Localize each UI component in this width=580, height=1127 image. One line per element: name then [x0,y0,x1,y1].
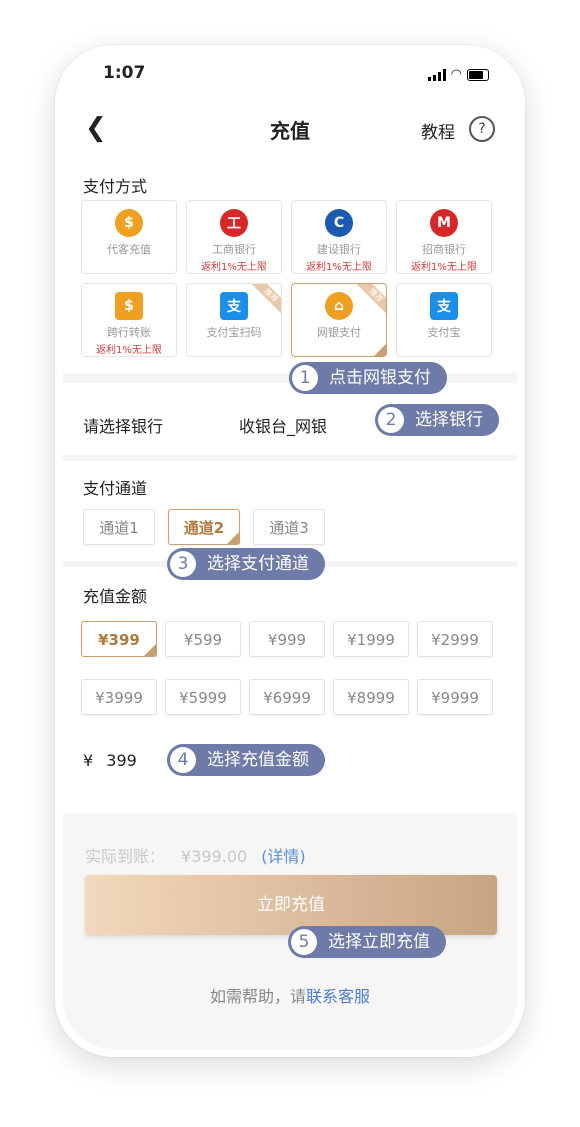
payment-method-label: 支付方式 [83,177,148,196]
amount-option-label: ¥399 [98,631,140,649]
amount-option-999[interactable]: ¥999 [249,621,325,657]
channel-label: 支付通道 [83,479,148,498]
step-number: 5 [291,929,317,955]
pay-option-transfer[interactable]: $ 跨行转账 返利1%无上限 [81,283,177,357]
channel-option-label: 通道2 [183,519,225,537]
amount-option-599[interactable]: ¥599 [165,621,241,657]
status-icons: ◠ [427,67,489,82]
help-icon[interactable]: ? [469,116,495,142]
pay-option-label: 网银支付 [317,326,361,339]
signal-icon [427,68,446,81]
alipay-icon: 支 [220,292,248,320]
screen: 1:07 ◠ ❮ 充值 教程 ? 支付方式 $ 代客充值 工 工商银行 返利1%… [63,45,517,1049]
bank-icon: ⌂ [325,292,353,320]
step-text: 选择立即充值 [328,932,430,952]
pay-option-label: 代客充值 [107,243,151,256]
amount-option-5999[interactable]: ¥5999 [165,679,241,715]
selected-corner-icon [144,644,156,656]
pay-option-note: 返利1%无上限 [201,262,267,273]
cmb-icon: M [430,209,458,237]
contact-support-link[interactable]: 联系客服 [306,987,370,1006]
actual-amount: 实际到账： ¥399.00 (详情) [85,843,306,867]
pay-option-label: 跨行转账 [107,326,151,339]
channel-option-2[interactable]: 通道2 [168,509,240,545]
divider [63,455,517,461]
pay-option-proxy[interactable]: $ 代客充值 [81,200,177,274]
status-time: 1:07 [103,63,146,83]
amount-option-6999[interactable]: ¥6999 [249,679,325,715]
amount-option-8999[interactable]: ¥8999 [333,679,409,715]
step-bubble-2: 2 选择银行 [375,404,499,436]
selected-corner-icon [374,344,386,356]
alipay-icon: 支 [430,292,458,320]
pay-option-label: 招商银行 [422,243,466,256]
currency-symbol: ¥ [83,751,94,770]
amount-option-3999[interactable]: ¥3999 [81,679,157,715]
channel-option-1[interactable]: 通道1 [83,509,155,545]
monitor-coin-icon: $ [115,292,143,320]
step-bubble-4: 4 选择充值金额 [167,744,325,776]
amount-input[interactable]: ¥ 399 [83,751,137,770]
pay-option-label: 支付宝扫码 [206,326,262,339]
step-bubble-5: 5 选择立即充值 [288,926,446,958]
step-bubble-3: 3 选择支付通道 [167,548,325,580]
pay-option-netbank[interactable]: 推荐 ⌂ 网银支付 [291,283,387,357]
recommend-badge: 推荐 [251,284,281,315]
actual-amount-value: ¥399.00 [181,847,248,866]
amount-option-1999[interactable]: ¥1999 [333,621,409,657]
pay-option-icbc[interactable]: 工 工商银行 返利1%无上限 [186,200,282,274]
amount-label: 充值金额 [83,587,148,606]
ccb-icon: C [325,209,353,237]
battery-icon [467,68,489,81]
selected-corner-icon [227,532,239,544]
pay-option-ccb[interactable]: C 建设银行 返利1%无上限 [291,200,387,274]
step-text: 选择银行 [415,410,483,430]
help-line: 如需帮助，请联系客服 [63,983,517,1007]
amount-option-2999[interactable]: ¥2999 [417,621,493,657]
pay-option-label: 工商银行 [212,243,256,256]
amount-option-9999[interactable]: ¥9999 [417,679,493,715]
wifi-icon: ◠ [450,67,462,82]
coin-hand-icon: $ [115,209,143,237]
nav-bar: ❮ 充值 教程 ? [63,107,517,151]
recommend-badge: 推荐 [356,284,386,315]
pay-option-alipay-scan[interactable]: 推荐 支 支付宝扫码 [186,283,282,357]
step-number: 3 [170,551,196,577]
pay-option-label: 支付宝 [427,326,461,339]
pay-option-label: 建设银行 [317,243,361,256]
step-bubble-1: 1 点击网银支付 [289,362,447,394]
actual-amount-label: 实际到账： [85,847,166,866]
step-number: 2 [378,407,404,433]
pay-option-note: 返利1%无上限 [411,262,477,273]
pay-option-cmb[interactable]: M 招商银行 返利1%无上限 [396,200,492,274]
pay-option-alipay[interactable]: 支 支付宝 [396,283,492,357]
step-number: 1 [292,365,318,391]
bank-select-label: 请选择银行 [83,417,164,436]
channel-option-3[interactable]: 通道3 [253,509,325,545]
tutorial-link[interactable]: 教程 [421,118,455,143]
step-text: 点击网银支付 [329,368,431,388]
step-number: 4 [170,747,196,773]
bank-select-value[interactable]: 收银台_网银 [239,413,327,437]
pay-option-note: 返利1%无上限 [306,262,372,273]
pay-option-note: 返利1%无上限 [96,345,162,356]
detail-link[interactable]: (详情) [261,847,306,866]
status-bar: 1:07 ◠ [63,45,517,105]
amount-value: 399 [106,751,137,770]
bottom-panel: 实际到账： ¥399.00 (详情) 立即充值 如需帮助，请联系客服 [63,813,517,1049]
amount-option-399[interactable]: ¥399 [81,621,157,657]
icbc-icon: 工 [220,209,248,237]
phone-frame: 1:07 ◠ ❮ 充值 教程 ? 支付方式 $ 代客充值 工 工商银行 返利1%… [55,45,525,1057]
step-text: 选择充值金额 [207,750,309,770]
step-text: 选择支付通道 [207,554,309,574]
help-prefix: 如需帮助，请 [209,987,306,1006]
